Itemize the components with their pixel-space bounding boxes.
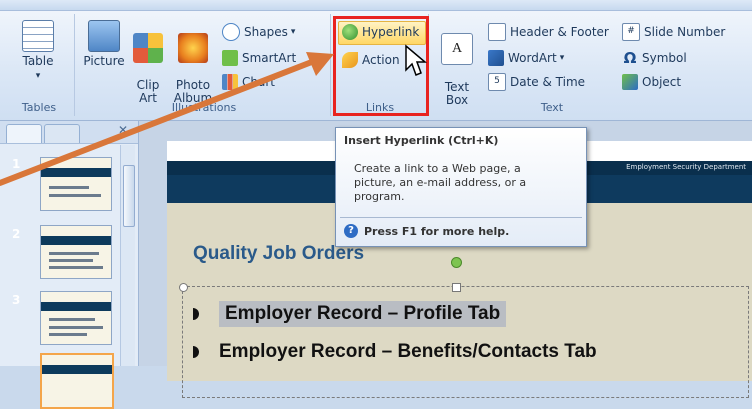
annotation-arrow-icon bbox=[0, 52, 334, 186]
